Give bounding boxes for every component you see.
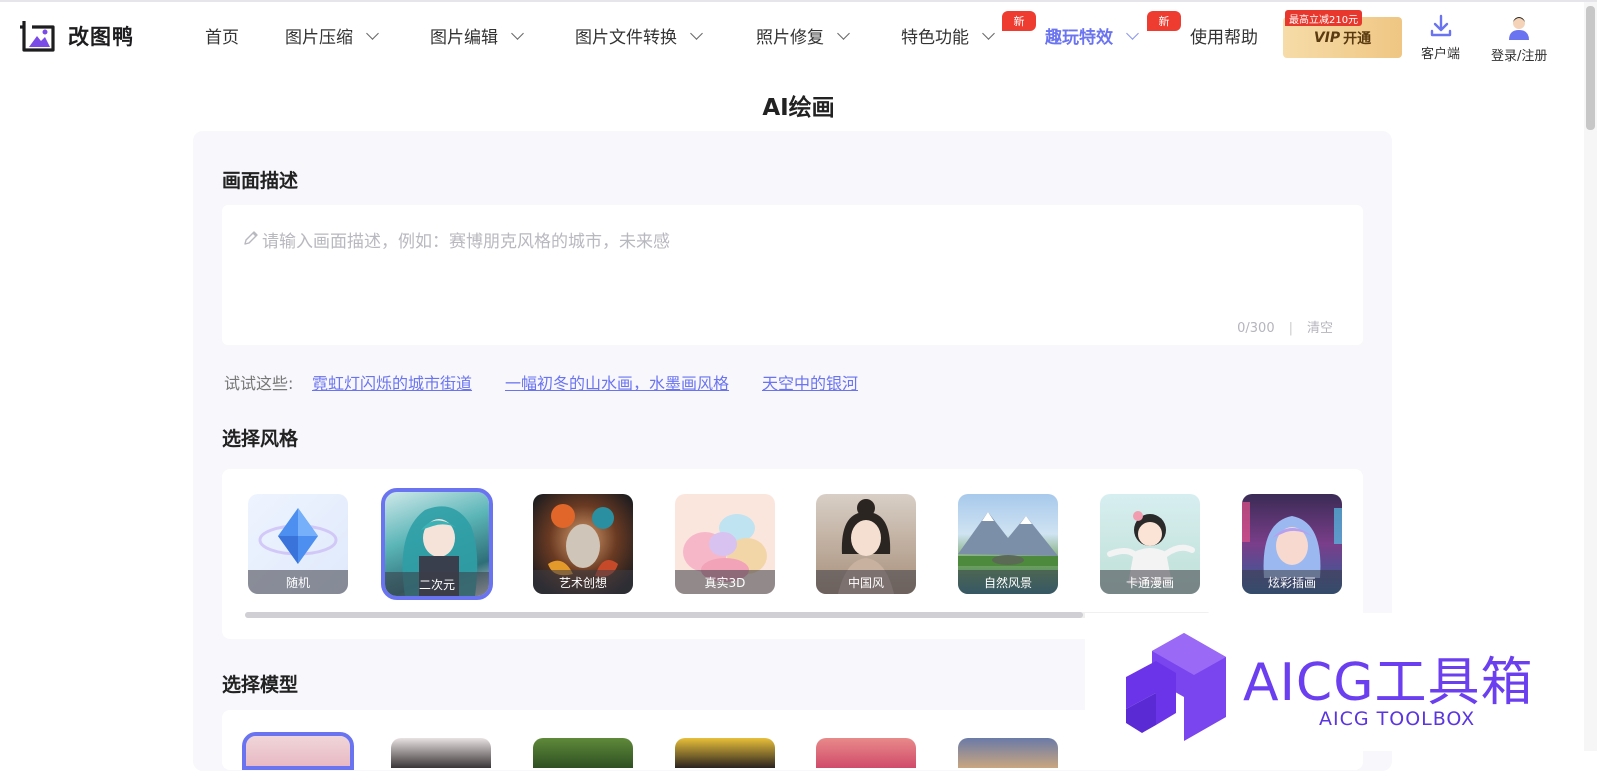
nav-special-label: 特色功能	[901, 28, 969, 48]
logo-text: 改图鸭	[68, 25, 134, 49]
client-download[interactable]: 客户端	[1421, 14, 1460, 62]
description-input[interactable]: 请输入画面描述，例如：赛博朋克风格的城市，未来感 0/300 | 清空	[222, 205, 1363, 345]
new-badge: 新	[1002, 11, 1036, 31]
site-logo[interactable]: 改图鸭	[20, 16, 134, 56]
page-scrollbar-thumb[interactable]	[1586, 6, 1595, 130]
nav-home[interactable]: 首页	[205, 23, 239, 48]
logo-icon	[20, 18, 56, 54]
style-title: 选择风格	[222, 428, 299, 450]
style-card-chinese[interactable]: 中国风	[816, 494, 916, 594]
vip-promo-badge: 最高立减210元	[1285, 10, 1363, 26]
char-counter-row: 0/300 | 清空	[1237, 317, 1333, 336]
model-card[interactable]	[958, 738, 1058, 768]
nav-compress-label: 图片压缩	[285, 28, 353, 48]
vip-open-label: 开通	[1343, 30, 1372, 47]
top-header: 改图鸭 首页 图片压缩 图片编辑 图片文件转换 照片修复 特色功能 新 趣玩特效…	[0, 2, 1597, 70]
chevron-down-icon	[366, 26, 379, 40]
model-title: 选择模型	[222, 674, 299, 696]
watermark-subtitle: AICG TOOLBOX	[1319, 708, 1476, 730]
chevron-down-icon	[511, 26, 524, 40]
download-icon	[1430, 14, 1451, 37]
style-label: 随机	[248, 570, 348, 594]
nav-edit-label: 图片编辑	[430, 28, 498, 48]
chevron-down-icon	[982, 26, 995, 40]
model-card[interactable]	[533, 738, 633, 768]
nav-fun-label: 趣玩特效	[1045, 28, 1113, 48]
nav-help[interactable]: 使用帮助	[1190, 23, 1258, 48]
clear-button[interactable]: 清空	[1307, 321, 1333, 336]
vip-label: VIP	[1313, 29, 1341, 46]
chevron-down-icon	[1126, 26, 1139, 40]
style-label: 自然风景	[958, 570, 1058, 594]
char-counter: 0/300	[1237, 321, 1275, 336]
nav-convert[interactable]: 图片文件转换	[575, 23, 703, 48]
page-title: AI绘画	[762, 95, 835, 121]
nav-repair[interactable]: 照片修复	[756, 23, 850, 48]
avatar-icon	[1509, 17, 1530, 40]
login-label: 登录/注册	[1491, 49, 1548, 64]
aicg-logo-icon	[1126, 633, 1226, 741]
style-card-nature[interactable]: 自然风景	[958, 494, 1058, 594]
style-label: 艺术创想	[533, 570, 633, 594]
nav-compress[interactable]: 图片压缩	[285, 23, 379, 48]
nav-edit[interactable]: 图片编辑	[430, 23, 524, 48]
suggestion-link[interactable]: 天空中的银河	[762, 370, 858, 394]
login-register[interactable]: 登录/注册	[1491, 14, 1547, 64]
pencil-icon	[244, 231, 258, 245]
model-card[interactable]	[675, 738, 775, 768]
style-label: 二次元	[385, 572, 489, 596]
description-placeholder: 请输入画面描述，例如：赛博朋克风格的城市，未来感	[262, 232, 670, 252]
style-card-colorful[interactable]: 炫彩插画	[1242, 494, 1342, 594]
suggestion-link[interactable]: 一幅初冬的山水画，水墨画风格	[505, 370, 729, 394]
style-card-cartoon[interactable]: 卡通漫画	[1100, 494, 1200, 594]
nav-home-label: 首页	[205, 28, 239, 48]
description-title: 画面描述	[222, 170, 299, 192]
watermark-title: AICG工具箱	[1243, 653, 1534, 713]
style-card-anime[interactable]: 二次元	[381, 488, 493, 600]
style-card-3d[interactable]: 真实3D	[675, 494, 775, 594]
suggestions-label: 试试这些:	[224, 374, 294, 393]
nav-special[interactable]: 特色功能	[901, 23, 995, 48]
model-card[interactable]	[242, 732, 354, 770]
style-label: 炫彩插画	[1242, 570, 1342, 594]
client-label: 客户端	[1421, 47, 1461, 62]
nav-help-label: 使用帮助	[1190, 28, 1258, 48]
page-scrollbar[interactable]	[1584, 2, 1597, 751]
model-card[interactable]	[816, 738, 916, 768]
nav-convert-label: 图片文件转换	[575, 28, 677, 48]
style-scroll-thumb[interactable]	[245, 612, 1083, 618]
chevron-down-icon	[690, 26, 703, 40]
suggestion-link[interactable]: 霓虹灯闪烁的城市街道	[312, 370, 472, 394]
nav-fun[interactable]: 趣玩特效	[1045, 23, 1139, 48]
chevron-down-icon	[837, 26, 850, 40]
divider: |	[1288, 321, 1293, 336]
style-card-art[interactable]: 艺术创想	[533, 494, 633, 594]
nav-repair-label: 照片修复	[756, 28, 824, 48]
model-card[interactable]	[391, 738, 491, 768]
new-badge: 新	[1147, 11, 1181, 31]
style-label: 卡通漫画	[1100, 570, 1200, 594]
style-label: 真实3D	[675, 570, 775, 594]
style-card-random[interactable]: 随机	[248, 494, 348, 594]
style-label: 中国风	[816, 570, 916, 594]
